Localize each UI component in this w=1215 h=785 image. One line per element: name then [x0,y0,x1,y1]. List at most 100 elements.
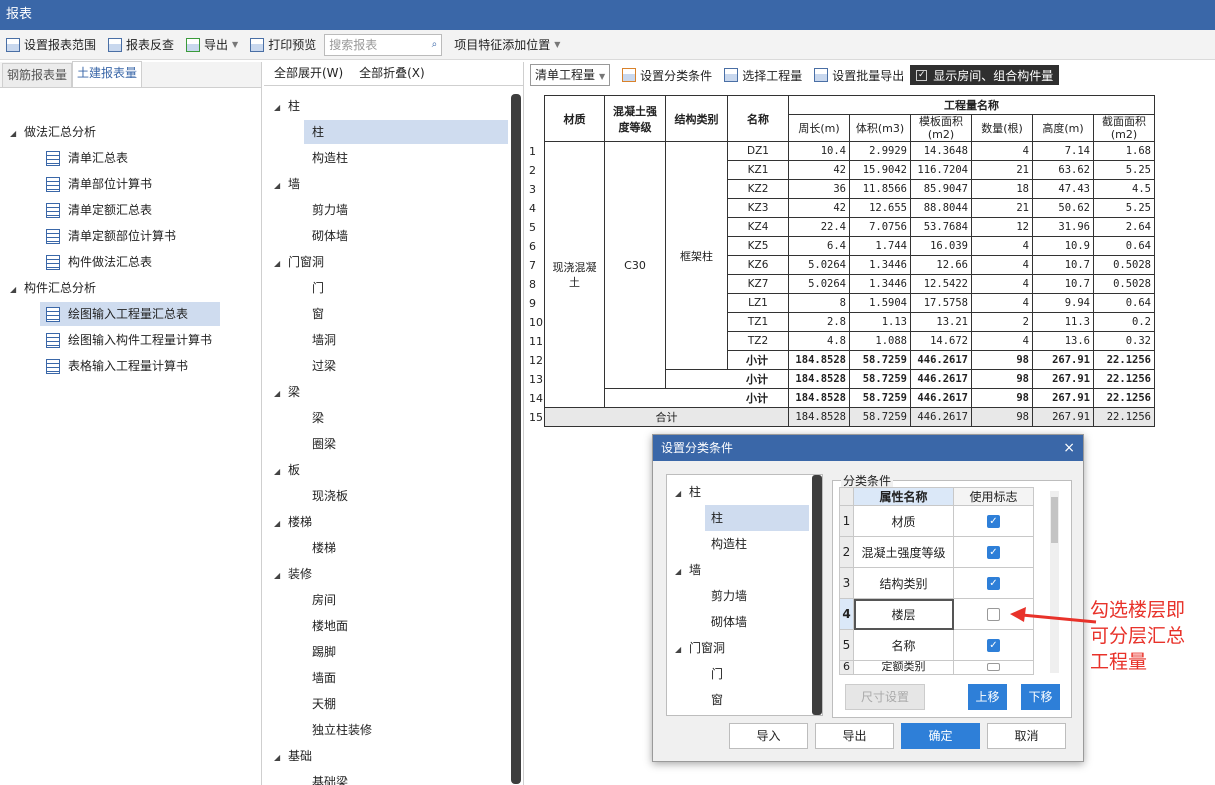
search-input[interactable]: 搜索报表 ⌕ [324,33,443,56]
tree-leaf[interactable]: 圈梁 [304,432,336,456]
dialog-tree-leaf[interactable]: 砌体墙 [705,609,747,635]
subtotal-cell: 184.8528 [788,369,850,389]
prop-scrollbar[interactable] [1050,491,1059,673]
tree-leaf[interactable]: 过梁 [304,354,336,378]
property-row[interactable]: 5 名称 ✓ [839,629,1034,661]
quantity-type-select[interactable]: 清单工程量 ▼ [530,64,611,86]
tree-leaf[interactable]: 楼地面 [304,614,348,638]
report-item[interactable]: 清单汇总表 [46,146,128,170]
dialog-tree-category[interactable]: ◢ 墙 [675,557,701,583]
dialog-tree-leaf[interactable]: 剪力墙 [705,583,747,609]
batch-export-button[interactable]: 设置批量导出 [808,63,910,87]
dialog-tree-leaf[interactable]: 门 [705,661,723,687]
expand-all-button[interactable]: 全部展开(W) [274,66,343,80]
close-icon[interactable]: × [1063,435,1075,461]
tab-rebar-report[interactable]: 钢筋报表量 [2,63,73,87]
collapse-all-button[interactable]: 全部折叠(X) [359,66,425,80]
dialog-tree-leaf[interactable]: 构造柱 [705,531,747,557]
export-button[interactable]: 导出 ▼ [180,33,244,57]
subtotal-cell: 58.7259 [849,388,911,408]
report-item[interactable]: 清单部位计算书 [46,172,152,196]
report-item[interactable]: 构件做法汇总表 [46,250,152,274]
col-name: 名称 [727,95,789,142]
tree-scrollbar[interactable] [511,94,521,784]
export-dialog-button[interactable]: 导出 [815,723,894,749]
use-flag-checkbox[interactable]: ✓ [987,639,1000,652]
report-item[interactable]: 清单定额汇总表 [46,198,152,222]
subtotal-row[interactable]: 14 小计 184.8528 58.7259 446.2617 98 267.91 22.12… [528,388,1155,408]
report-item-selected[interactable]: 绘图输入工程量汇总表 [40,302,220,326]
col-material: 材质 [544,95,605,142]
tree-leaf[interactable]: 梁 [304,406,324,430]
tree-category[interactable]: ◢ 柱 [274,94,300,118]
component-tree-panel: 全部展开(W) 全部折叠(X) ◢ 柱柱构造柱 ◢ 墙剪力墙 砌体墙 ◢ 门窗洞门窗墙洞 过梁… [264,62,524,785]
expand-triangle-icon: ◢ [274,467,281,476]
tree-leaf[interactable]: 基础梁 [304,770,348,785]
expand-triangle-icon: ◢ [10,285,17,294]
tree-leaf[interactable]: 剪力墙 [304,198,348,222]
col-prop-name: 属性名称 [853,487,954,506]
size-settings-button[interactable]: 尺寸设置 [845,684,925,710]
tree-leaf[interactable]: 天棚 [304,692,336,716]
tree-group-component[interactable]: ◢ 构件汇总分析 [10,276,96,300]
set-report-range-button[interactable]: 设置报表范围 [0,33,102,57]
dialog-tree-scrollbar[interactable] [812,475,822,715]
cancel-button[interactable]: 取消 [987,723,1066,749]
feature-position-dropdown[interactable]: 项目特征添加位置 ▼ [448,33,566,57]
use-flag-checkbox[interactable]: ✓ [987,515,1000,528]
tree-category[interactable]: ◢ 板 [274,458,300,482]
tree-category[interactable]: ◢ 楼梯 [274,510,312,534]
tree-leaf[interactable]: 柱 [304,120,508,144]
use-flag-checkbox[interactable]: ✓ [987,546,1000,559]
move-up-button[interactable]: 上移 [968,684,1007,710]
total-cell: 58.7259 [849,407,911,427]
total-row[interactable]: 15 合计 184.8528 58.7259 446.2617 98 267.91 22.12… [528,407,1155,427]
show-room-checkbox[interactable]: ✓ 显示房间、组合构件量 [910,65,1060,85]
dialog-tree-leaf[interactable]: 柱 [705,505,809,531]
tree-category[interactable]: ◢ 墙 [274,172,300,196]
dialog-tree-category[interactable]: ◢ 门窗洞 [675,635,725,661]
tree-category[interactable]: ◢ 门窗洞 [274,250,324,274]
tab-civil-report[interactable]: 土建报表量 [72,61,143,87]
tree-leaf[interactable]: 墙洞 [304,328,336,352]
tree-leaf[interactable]: 门 [304,276,324,300]
report-item[interactable]: 表格输入工程量计算书 [46,354,188,378]
tree-group-method[interactable]: ◢ 做法汇总分析 [10,120,96,144]
tree-leaf[interactable]: 窗 [304,302,324,326]
import-button[interactable]: 导入 [729,723,808,749]
use-flag-checkbox[interactable]: ✓ [987,577,1000,590]
tree-category[interactable]: ◢ 装修 [274,562,312,586]
tree-leaf[interactable]: 独立柱装修 [304,718,372,742]
report-reverse-button[interactable]: 报表反查 [102,33,180,57]
set-category-button[interactable]: 设置分类条件 [616,63,718,87]
property-row[interactable]: 6 定额类别 [839,660,1034,675]
move-down-button[interactable]: 下移 [1021,684,1060,710]
tree-leaf[interactable]: 踢脚 [304,640,336,664]
annotation-line: 工程量 [1090,651,1148,673]
tree-leaf[interactable]: 现浇板 [304,484,348,508]
value-cell: 36 [788,179,850,199]
property-row[interactable]: 2 混凝土强度等级 ✓ [839,536,1034,568]
tree-leaf[interactable]: 墙面 [304,666,336,690]
dialog-tree-leaf[interactable]: 窗 [705,687,723,713]
tree-leaf[interactable]: 砌体墙 [304,224,348,248]
dialog-tree-category[interactable]: ◢ 柱 [675,479,701,505]
tree-category[interactable]: ◢ 梁 [274,380,300,404]
ok-button[interactable]: 确定 [901,723,980,749]
use-flag-checkbox[interactable] [987,663,1000,671]
property-row[interactable]: 1 材质 ✓ [839,505,1034,537]
report-item[interactable]: 清单定额部位计算书 [46,224,176,248]
tree-leaf[interactable]: 楼梯 [304,536,336,560]
tree-leaf[interactable]: 房间 [304,588,336,612]
search-icon[interactable]: ⌕ [432,39,438,50]
table-row[interactable]: 1 现浇混凝土 C30 框架柱 DZ1 10.4 2.9929 14.3648 4 7.14 1.6… [528,141,1155,408]
use-flag-checkbox[interactable] [987,608,1000,621]
print-preview-button[interactable]: 打印预览 [244,33,322,57]
property-row[interactable]: 3 结构类别 ✓ [839,567,1034,599]
annotation-arrow [1010,607,1097,624]
prop-scroll-thumb[interactable] [1051,497,1058,543]
tree-category[interactable]: ◢ 基础 [274,744,312,768]
tree-leaf[interactable]: 构造柱 [304,146,348,170]
select-quantity-button[interactable]: 选择工程量 [718,63,808,87]
report-item[interactable]: 绘图输入构件工程量计算书 [46,328,212,352]
